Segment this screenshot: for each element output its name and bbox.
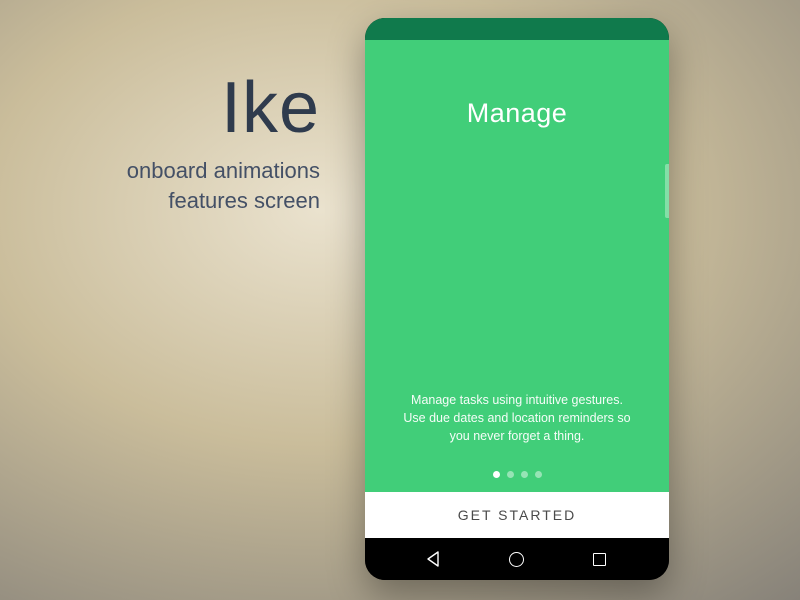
get-started-button[interactable]: GET STARTED (365, 492, 669, 538)
page-dot[interactable] (507, 471, 514, 478)
onboarding-screen[interactable]: Manage Manage tasks using intuitive gest… (365, 40, 669, 538)
onboarding-title: Manage (365, 98, 669, 129)
tagline: onboard animations features screen (60, 156, 320, 215)
onboarding-description: Manage tasks using intuitive gestures. U… (365, 391, 669, 445)
recents-icon[interactable] (590, 549, 610, 569)
page-indicator (365, 471, 669, 478)
page-dot[interactable] (535, 471, 542, 478)
page-dot[interactable] (493, 471, 500, 478)
app-name: Ike (60, 72, 320, 144)
home-icon[interactable] (507, 549, 527, 569)
back-icon[interactable] (424, 549, 444, 569)
android-nav-bar (365, 538, 669, 580)
status-bar (365, 18, 669, 40)
scroll-indicator (665, 164, 669, 218)
tagline-line-2: features screen (60, 186, 320, 216)
phone-frame: Manage Manage tasks using intuitive gest… (365, 18, 669, 580)
promo-block: Ike onboard animations features screen (60, 72, 320, 215)
page-dot[interactable] (521, 471, 528, 478)
tagline-line-1: onboard animations (60, 156, 320, 186)
